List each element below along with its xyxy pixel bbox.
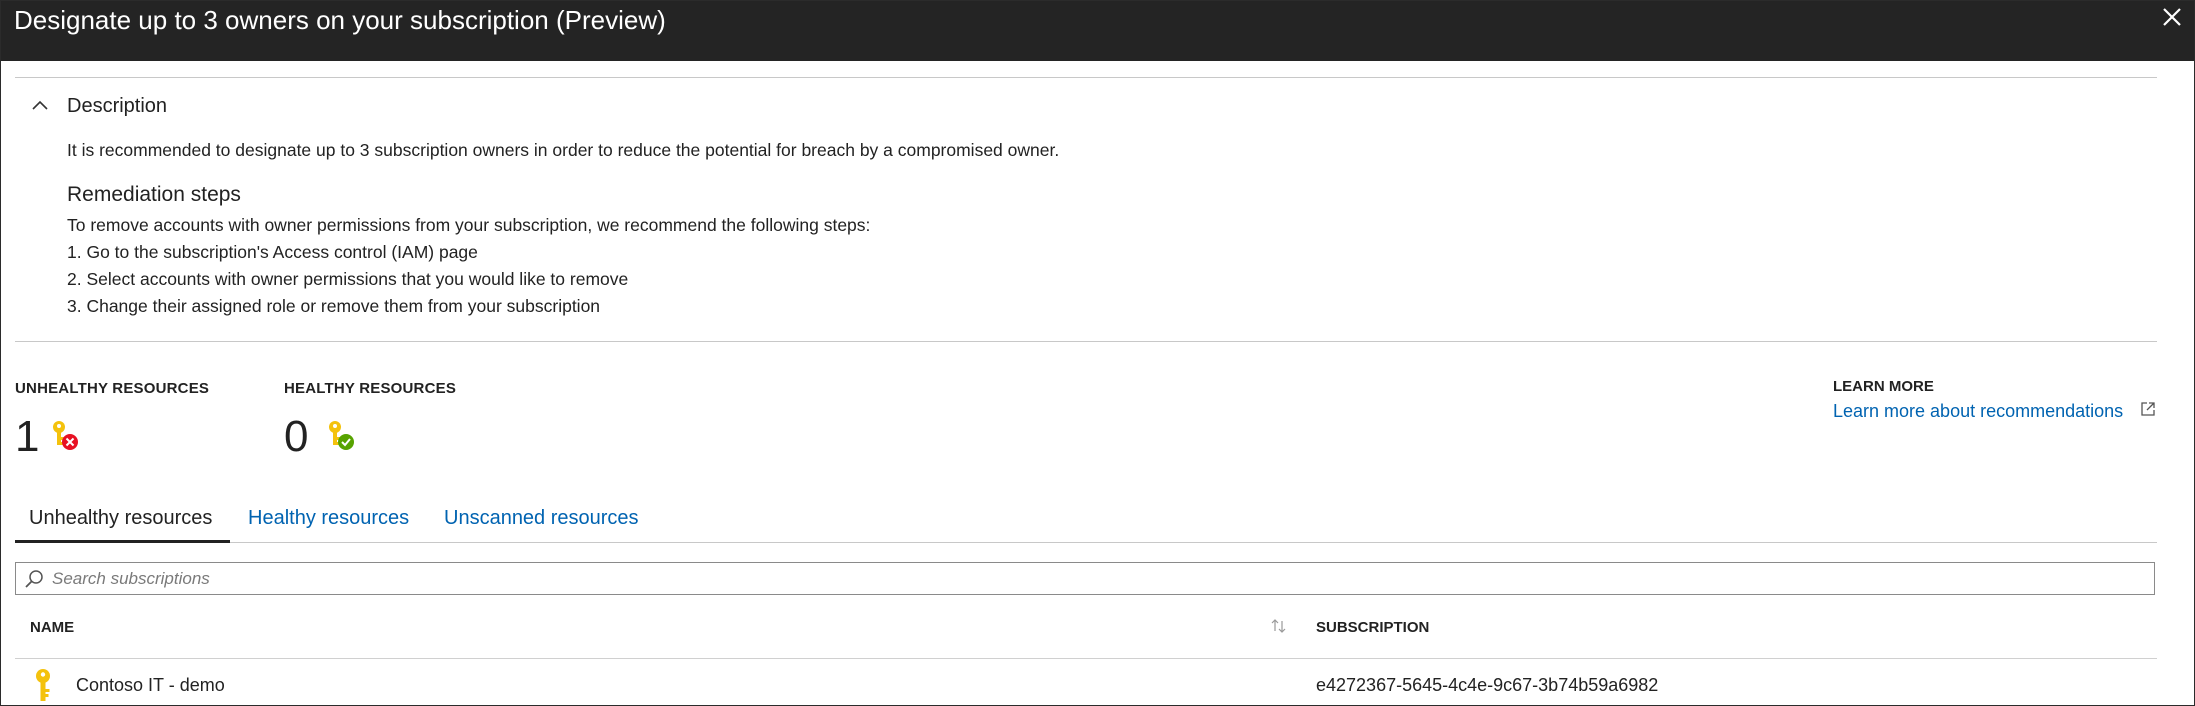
search-input[interactable] xyxy=(52,566,2132,591)
recommendation-blade: Designate up to 3 owners on your subscri… xyxy=(0,0,2195,706)
unhealthy-resources-label: UNHEALTHY RESOURCES xyxy=(15,380,210,397)
description-label: Description xyxy=(67,94,168,117)
page-title: Designate up to 3 owners on your subscri… xyxy=(14,5,666,35)
unhealthy-resources-count: 1 xyxy=(15,412,40,461)
tab-healthy-resources[interactable]: Healthy resources xyxy=(248,507,409,547)
row-name: Contoso IT - demo xyxy=(76,675,225,695)
search-icon xyxy=(25,570,43,588)
key-unhealthy-icon xyxy=(53,421,78,450)
column-header-name[interactable]: NAME xyxy=(30,619,74,636)
sort-icon[interactable] xyxy=(1269,616,1289,636)
key-healthy-icon xyxy=(329,421,354,450)
remediation-step-2: 2. Select accounts with owner permission… xyxy=(67,269,629,289)
close-icon[interactable] xyxy=(2160,5,2184,29)
key-icon xyxy=(36,669,50,701)
learn-more-label: LEARN MORE xyxy=(1833,378,1934,395)
search-box[interactable] xyxy=(15,562,2155,595)
table-header-divider xyxy=(15,658,2157,659)
remediation-heading: Remediation steps xyxy=(67,183,241,206)
row-subscription-id: e4272367-5645-4c4e-9c67-3b74b59a6982 xyxy=(1316,675,1659,695)
healthy-resources-label: HEALTHY RESOURCES xyxy=(284,380,457,397)
table-row[interactable]: Contoso IT - demo e4272367-5645-4c4e-9c6… xyxy=(15,663,2157,705)
remediation-step-1: 1. Go to the subscription's Access contr… xyxy=(67,242,478,262)
chevron-up-icon xyxy=(32,100,48,110)
title-bar: Designate up to 3 owners on your subscri… xyxy=(1,1,2194,61)
tabs-divider xyxy=(15,542,2157,543)
remediation-step-3: 3. Change their assigned role or remove … xyxy=(67,296,601,316)
column-header-subscription[interactable]: SUBSCRIPTION xyxy=(1316,619,1429,636)
healthy-resources-count: 0 xyxy=(284,412,309,461)
description-text: It is recommended to designate up to 3 s… xyxy=(67,140,1060,160)
description-toggle[interactable]: Description xyxy=(29,91,167,121)
divider-middle xyxy=(15,341,2157,342)
tab-unscanned-resources[interactable]: Unscanned resources xyxy=(444,507,639,547)
active-tab-indicator xyxy=(15,540,230,543)
external-link-icon[interactable] xyxy=(2140,401,2156,417)
learn-more-link[interactable]: Learn more about recommendations xyxy=(1833,401,2123,422)
remediation-intro: To remove accounts with owner permission… xyxy=(67,215,871,235)
divider-top xyxy=(15,77,2157,78)
